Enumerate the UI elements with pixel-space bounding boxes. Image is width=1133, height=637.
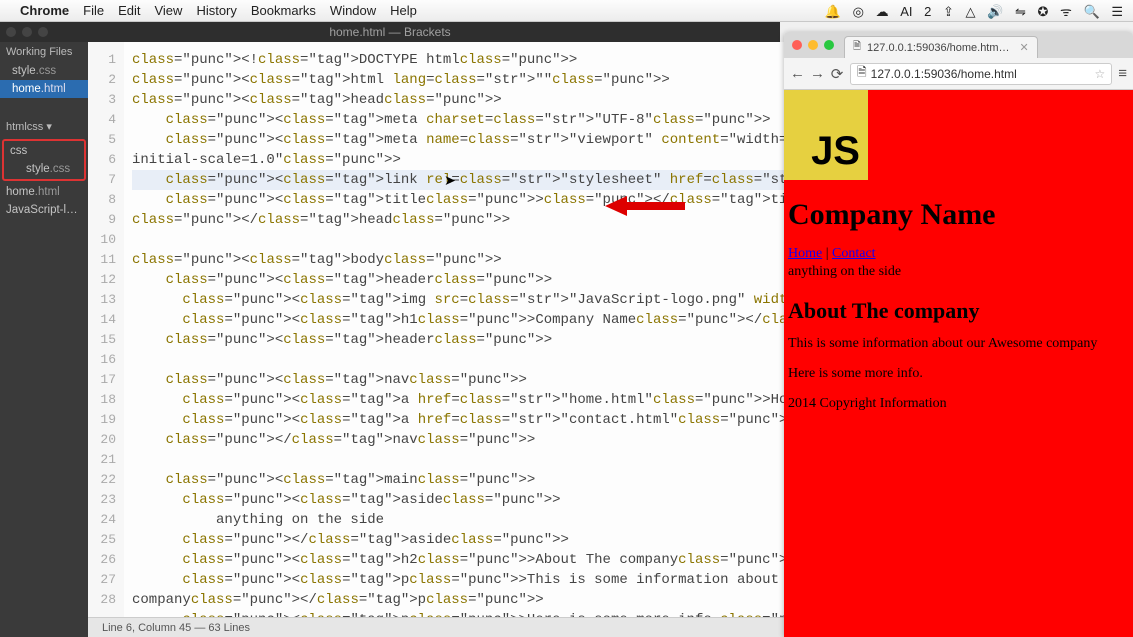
- brackets-title: home.html — Brackets: [329, 25, 450, 39]
- browser-tab[interactable]: 🗎 127.0.0.1:59036/home.htm… ✕: [844, 36, 1038, 58]
- window-min-icon[interactable]: [22, 27, 32, 37]
- tray-icon[interactable]: 2: [924, 4, 931, 19]
- tab-title: 127.0.0.1:59036/home.htm…: [867, 42, 1009, 54]
- menu-file[interactable]: File: [83, 3, 104, 18]
- back-icon[interactable]: ←: [790, 65, 804, 82]
- sidebar-item-stylecss[interactable]: style.css: [0, 62, 88, 80]
- window-min-icon[interactable]: [808, 40, 818, 50]
- forward-icon[interactable]: →: [810, 65, 824, 82]
- menubar-tray: 🔔 ◎ ☁ AI 2 ⇪ △ 🔊 ⇋ ✪ ᯤ 🔍 ☰: [817, 2, 1123, 20]
- page-h2: About The company: [784, 298, 1133, 324]
- sidebar-item-homehtml[interactable]: home.html: [0, 80, 88, 98]
- site-icon: 🗎: [857, 63, 867, 84]
- brackets-window: home.html — Brackets Working Files style…: [0, 22, 780, 637]
- window-close-icon[interactable]: [792, 40, 802, 50]
- bookmark-star-icon[interactable]: ☆: [1094, 67, 1105, 81]
- rendered-page: JS Company Name Home | Contact anything …: [784, 90, 1133, 637]
- chrome-tabbar: 🗎 127.0.0.1:59036/home.htm… ✕: [784, 32, 1133, 58]
- macos-menubar: Chrome File Edit View History Bookmarks …: [0, 0, 1133, 22]
- url-text: 127.0.0.1:59036/home.html: [871, 67, 1017, 81]
- menu-bookmarks[interactable]: Bookmarks: [251, 3, 316, 18]
- address-bar[interactable]: 🗎 127.0.0.1:59036/home.html ☆: [850, 63, 1112, 85]
- menu-help[interactable]: Help: [390, 3, 417, 18]
- page-nav: Home | Contact: [784, 246, 1133, 262]
- tray-icon[interactable]: ◎: [853, 4, 864, 19]
- brackets-sidebar: Working Files style.css home.html htmlcs…: [0, 42, 88, 637]
- js-logo: JS: [784, 90, 868, 180]
- chrome-menu-icon[interactable]: ≡: [1118, 65, 1127, 82]
- link-contact[interactable]: Contact: [832, 246, 876, 261]
- annotation-highlight: css style.css: [2, 139, 86, 181]
- menubar-app-name[interactable]: Chrome: [20, 3, 69, 18]
- sidebar-folder-css[interactable]: css: [4, 142, 84, 160]
- tray-icon[interactable]: △: [966, 4, 976, 19]
- brackets-titlebar: home.html — Brackets: [0, 22, 780, 42]
- page-h1: Company Name: [784, 198, 1133, 232]
- project-header[interactable]: htmlcss ▾: [0, 116, 88, 137]
- file-icon: 🗎: [853, 39, 861, 56]
- menu-window[interactable]: Window: [330, 3, 376, 18]
- link-home[interactable]: Home: [788, 246, 822, 261]
- chrome-toolbar: ← → ⟳ 🗎 127.0.0.1:59036/home.html ☆ ≡: [784, 58, 1133, 90]
- tray-icon[interactable]: AI: [900, 4, 912, 19]
- line-gutter: 1234567891011121314151617181920212223242…: [88, 42, 124, 617]
- page-p2: Here is some more info.: [784, 366, 1133, 382]
- tray-icon[interactable]: 🔔: [825, 4, 841, 19]
- tray-icon[interactable]: ☰: [1111, 4, 1123, 19]
- tab-close-icon[interactable]: ✕: [1020, 41, 1029, 54]
- chrome-window: 🗎 127.0.0.1:59036/home.htm… ✕ ← → ⟳ 🗎 12…: [784, 32, 1133, 637]
- sidebar-item-stylecss-nested[interactable]: style.css: [4, 160, 84, 178]
- menu-history[interactable]: History: [196, 3, 236, 18]
- page-footer: 2014 Copyright Information: [784, 396, 1133, 412]
- tray-icon[interactable]: ✪: [1038, 4, 1049, 19]
- window-max-icon[interactable]: [824, 40, 834, 50]
- sidebar-item-jslogo[interactable]: JavaScript-logo: [0, 201, 88, 219]
- tray-icon[interactable]: 🔊: [987, 4, 1003, 19]
- tray-icon[interactable]: ⇋: [1015, 4, 1026, 19]
- window-max-icon[interactable]: [38, 27, 48, 37]
- tray-icon[interactable]: 🔍: [1084, 4, 1100, 19]
- window-close-icon[interactable]: [6, 27, 16, 37]
- cursor-position: Line 6, Column 45 — 63 Lines: [96, 622, 256, 634]
- menu-view[interactable]: View: [154, 3, 182, 18]
- link-separator: |: [822, 246, 832, 261]
- tray-icon[interactable]: ☁: [876, 4, 889, 19]
- page-p1: This is some information about our Aweso…: [784, 336, 1133, 352]
- tray-icon[interactable]: ᯤ: [1060, 4, 1072, 19]
- reload-icon[interactable]: ⟳: [830, 65, 844, 83]
- tray-icon[interactable]: ⇪: [943, 4, 954, 19]
- sidebar-item-homehtml-proj[interactable]: home.html: [0, 183, 88, 201]
- working-files-header: Working Files: [0, 42, 88, 62]
- menu-edit[interactable]: Edit: [118, 3, 140, 18]
- page-aside: anything on the side: [784, 262, 1133, 282]
